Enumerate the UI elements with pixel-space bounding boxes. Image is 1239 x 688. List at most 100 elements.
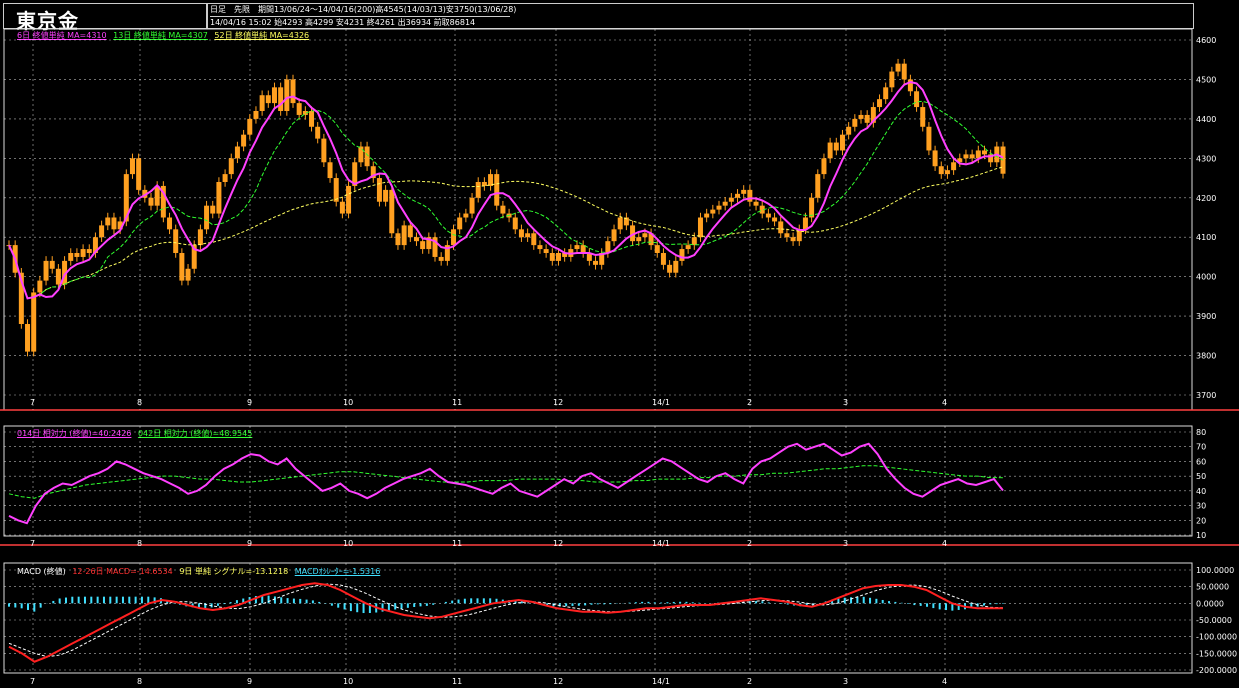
y-tick-label: 70 (1196, 443, 1206, 452)
candle-body (704, 213, 710, 218)
macd-line (8, 582, 1004, 663)
x-tick-label: 2 (747, 677, 752, 686)
y-tick-label: 3700 (1196, 391, 1216, 400)
candle-body (642, 233, 648, 238)
rsi14-line (8, 442, 1004, 525)
candle-body (68, 253, 74, 261)
y-tick-label: 4600 (1196, 36, 1216, 45)
candle-body (383, 189, 389, 202)
candle-body (364, 146, 370, 167)
candle-body (932, 150, 938, 167)
signal-line (8, 583, 1004, 658)
price-panel-frame (3, 28, 1193, 411)
candle-body (259, 95, 265, 111)
candle-body (673, 260, 679, 273)
x-tick-label: 14/1 (652, 677, 670, 686)
y-tick-label: 30 (1196, 502, 1206, 511)
candle-body (395, 233, 401, 246)
candle-body (389, 189, 395, 234)
candle-body (951, 162, 957, 171)
candle-body (49, 260, 55, 269)
candle-body (636, 237, 642, 242)
x-tick-label: 2 (747, 539, 752, 548)
y-tick-label: 0.0000 (1196, 599, 1224, 608)
candle-body (31, 292, 37, 352)
candle-body (926, 126, 932, 151)
x-tick-label: 10 (343, 398, 353, 407)
candle-body (25, 324, 31, 352)
candle-body (981, 150, 987, 155)
candle-body (920, 107, 926, 127)
candle-body (339, 201, 345, 214)
candle-body (815, 174, 821, 198)
y-tick-label: 4500 (1196, 75, 1216, 84)
x-tick-label: 12 (553, 677, 563, 686)
candle-body (827, 142, 833, 159)
candle-body (500, 205, 506, 214)
candle-body (37, 280, 43, 293)
candle-body (790, 237, 796, 242)
y-tick-label: -150.0000 (1196, 649, 1237, 658)
y-tick-label: -200.0000 (1196, 666, 1237, 675)
candle-body (129, 158, 135, 175)
candle-body (105, 217, 111, 226)
candle-body (413, 237, 419, 242)
candle-body (512, 217, 518, 230)
x-tick-label: 3 (843, 677, 848, 686)
candle-body (716, 205, 722, 210)
candle-body (963, 154, 969, 159)
candle-body (216, 182, 222, 214)
x-tick-label: 4 (942, 677, 947, 686)
candle-body (883, 87, 889, 100)
candle-body (549, 253, 555, 261)
candle-body (802, 217, 808, 230)
candle-body (809, 197, 815, 218)
candle-body (469, 197, 475, 214)
candle-body (154, 185, 160, 206)
rsi42-line (8, 465, 1004, 499)
candle-body (401, 225, 407, 246)
candle-body (234, 146, 240, 159)
x-tick-label: 8 (137, 539, 142, 548)
candle-body (679, 249, 685, 261)
candle-body (877, 99, 883, 108)
candle-body (457, 217, 463, 230)
y-tick-label: 3800 (1196, 352, 1216, 361)
candle-body (296, 103, 302, 115)
candle-body (518, 229, 524, 238)
candle-body (86, 249, 92, 253)
y-tick-label: 4200 (1196, 194, 1216, 203)
candle-body (284, 79, 290, 111)
y-tick-label: 4300 (1196, 154, 1216, 163)
candle-body (271, 87, 277, 104)
x-tick-label: 9 (247, 398, 252, 407)
candle-body (204, 205, 210, 230)
x-tick-label: 8 (137, 677, 142, 686)
candle-body (555, 253, 561, 261)
candle-body (611, 229, 617, 242)
x-tick-label: 10 (343, 539, 353, 548)
candle-body (778, 221, 784, 234)
candle-body (185, 268, 191, 281)
candle-body (852, 118, 858, 127)
candle-body (858, 114, 864, 119)
x-tick-label: 3 (843, 539, 848, 548)
candle-body (290, 79, 296, 104)
candle-body (99, 225, 105, 238)
chart-canvas: 3700380039004000410042004300440045004600… (0, 28, 1239, 686)
candle-body (821, 158, 827, 175)
candle-body (765, 213, 771, 218)
x-tick-label: 12 (553, 398, 563, 407)
candle-body (173, 229, 179, 253)
candle-body (747, 189, 753, 202)
candle-body (148, 197, 154, 206)
candle-body (753, 201, 759, 206)
x-tick-label: 9 (247, 677, 252, 686)
candle-body (543, 249, 549, 253)
candle-body (420, 241, 426, 250)
y-tick-label: 40 (1196, 487, 1206, 496)
candle-body (327, 162, 333, 179)
candle-body (833, 142, 839, 151)
candle-body (667, 264, 673, 273)
x-tick-label: 14/1 (652, 398, 670, 407)
